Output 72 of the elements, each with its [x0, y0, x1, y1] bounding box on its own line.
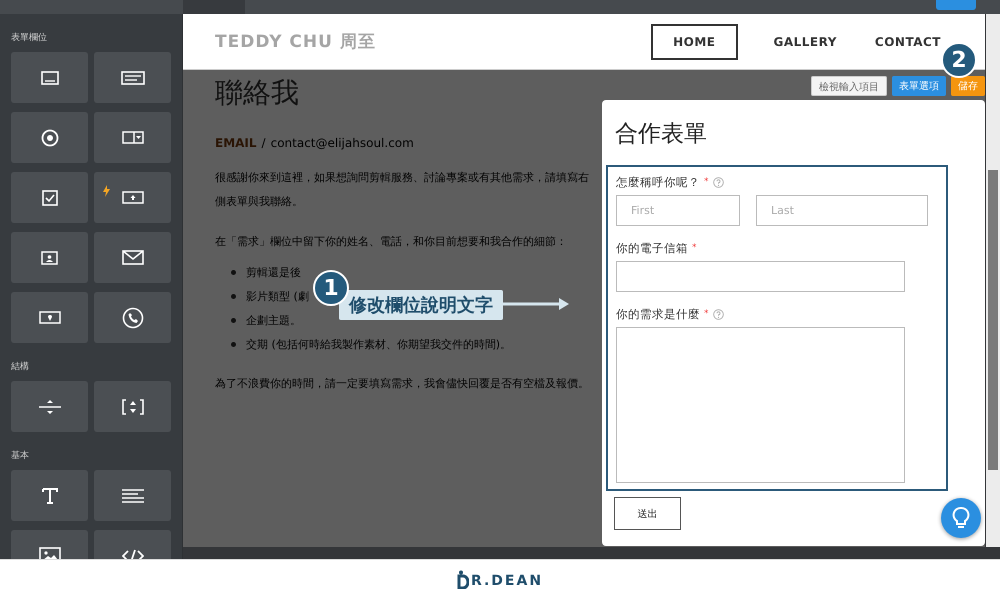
submit-button[interactable]: 送出	[614, 497, 681, 530]
element-tile[interactable]	[11, 52, 88, 103]
email-input[interactable]	[616, 261, 905, 292]
radio-icon	[40, 128, 58, 146]
callout-arrow	[503, 298, 569, 310]
lightbulb-icon	[952, 506, 970, 530]
callout-label: 修改欄位說明文字	[339, 290, 503, 320]
bullet-icon	[231, 318, 236, 322]
element-tile[interactable]	[11, 470, 88, 521]
required-mark: *	[692, 243, 696, 253]
text-icon	[42, 488, 58, 504]
help-icon[interactable]	[712, 308, 724, 320]
list-item-text: 剪輯還是後	[246, 264, 301, 280]
email-label: EMAIL	[215, 136, 257, 150]
spacer-icon	[122, 398, 144, 414]
element-tile[interactable]	[94, 52, 171, 103]
element-tile[interactable]	[11, 172, 88, 223]
list-item-text: 影片類型 (劇	[246, 288, 309, 304]
element-tile[interactable]	[94, 172, 171, 223]
element-tile[interactable]	[11, 292, 88, 343]
list-item-text: 企劃主題。	[246, 312, 301, 328]
element-tile[interactable]	[94, 232, 171, 283]
lines-icon	[122, 488, 144, 502]
contact-card-icon	[41, 250, 58, 264]
paragraph: 很感謝你來到這裡，如果想詢問剪輯服務、討論專案或有其他需求，請填寫右側表單與我聯絡。	[215, 170, 590, 210]
bullet-icon	[231, 270, 236, 274]
paragraph-field-icon	[120, 70, 144, 84]
name-input[interactable]: First	[616, 195, 740, 226]
element-tile[interactable]	[11, 112, 88, 163]
help-icon[interactable]	[712, 176, 724, 188]
element-tile[interactable]	[94, 112, 171, 163]
logo-text: R.DEAN	[470, 573, 544, 589]
section-title: 基本	[11, 450, 30, 463]
checkbox-icon	[42, 190, 58, 206]
envelope-icon	[122, 250, 144, 265]
separator: /	[262, 136, 266, 150]
field-label: 怎麼稱呼你呢？	[616, 174, 700, 190]
page-heading: 聯絡我	[215, 75, 300, 111]
bullet-icon	[231, 294, 236, 298]
upload-icon	[122, 191, 144, 204]
field-label: 你的電子信箱	[616, 240, 688, 256]
field-label: 你的需求是什麼	[616, 306, 700, 322]
form-title: 合作表單	[614, 120, 708, 149]
required-mark: *	[704, 177, 708, 187]
code-icon	[122, 548, 144, 559]
logo-mark-icon	[456, 570, 469, 589]
list-item-text: 交期 (包括何時給我製作素材、你期望我交件的時間)。	[246, 336, 512, 352]
element-tile[interactable]	[94, 381, 171, 432]
section-title: 結構	[11, 360, 30, 374]
map-pin-icon	[38, 311, 60, 324]
nav-link[interactable]: HOME	[651, 24, 738, 60]
paragraph: 為了不浪費你的時間，請一定要填寫需求，我會儘快回覆是否有空檔及報價。	[215, 376, 590, 392]
element-tile[interactable]	[11, 381, 88, 432]
nav-link[interactable]: GALLERY	[772, 24, 839, 60]
element-tile[interactable]	[11, 232, 88, 283]
scroll-thumb[interactable]	[988, 170, 998, 470]
bullet-icon	[231, 342, 236, 346]
toolbar-button[interactable]: 檢視輸入項目	[811, 76, 887, 96]
dropdown-icon	[122, 131, 144, 144]
element-tile[interactable]	[94, 292, 171, 343]
divider-icon	[38, 400, 60, 414]
email-address: contact@elijahsoul.com	[270, 136, 414, 150]
required-mark: *	[704, 309, 708, 319]
element-tile[interactable]	[94, 470, 171, 521]
scrollbar[interactable]	[986, 14, 1000, 547]
phone-icon	[122, 306, 144, 328]
name-input[interactable]: Last	[756, 195, 928, 226]
section-title: 表單欄位	[11, 32, 48, 45]
image-icon	[38, 547, 60, 559]
paragraph: 在「需求」欄位中留下你的姓名、電話，和你目前想要和我合作的細節：	[215, 234, 568, 250]
text-field-icon	[40, 70, 58, 84]
nav-link[interactable]: CONTACT	[872, 24, 943, 60]
